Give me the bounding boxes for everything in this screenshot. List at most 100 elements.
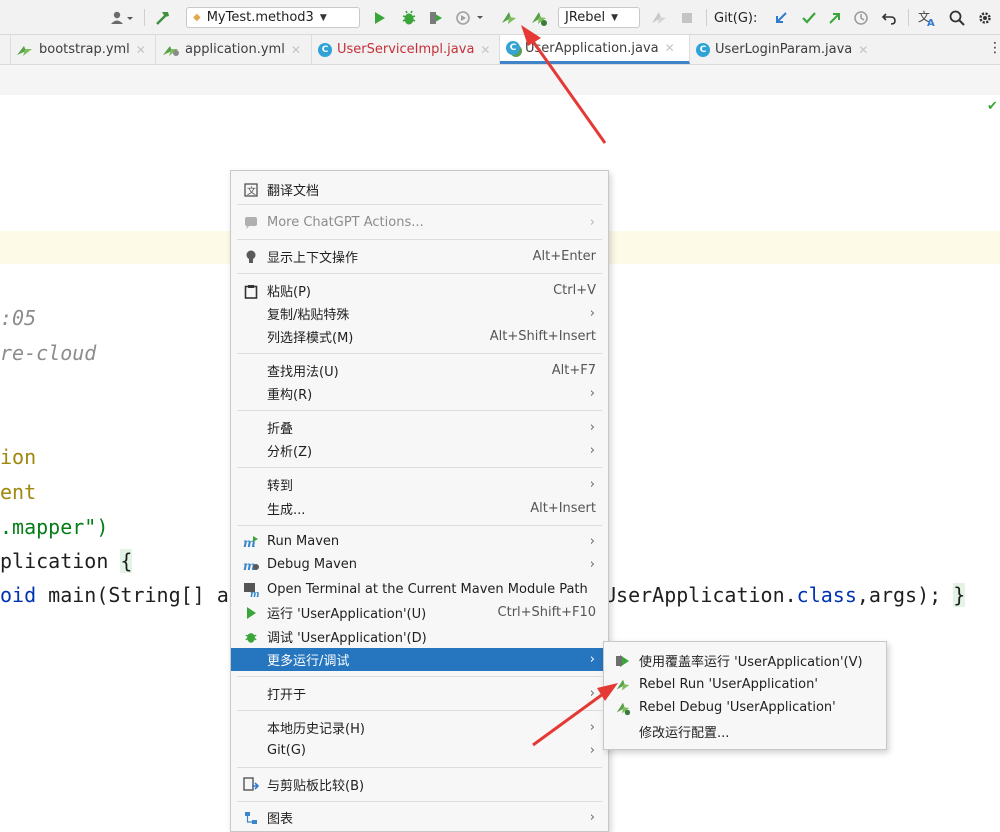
code-line: ent xyxy=(0,480,37,504)
run-icon[interactable] xyxy=(370,7,390,29)
shortcut-label: Ctrl+V xyxy=(553,283,596,298)
tab-application-yml[interactable]: application.yml ✕ xyxy=(156,35,312,64)
code-token: } xyxy=(953,583,966,607)
jrebel-select[interactable]: JRebel ▼ xyxy=(558,7,640,28)
settings-gear-icon[interactable] xyxy=(974,7,996,29)
submenu-item-run-with-coverage[interactable]: 使用覆盖率运行 'UserApplication'(V) xyxy=(604,649,886,672)
code-token: ,args); xyxy=(856,583,954,607)
menu-item-chatgpt-actions[interactable]: More ChatGPT Actions... › xyxy=(231,211,608,234)
chevron-right-icon: › xyxy=(589,420,595,435)
inspection-ok-icon[interactable]: ✔ xyxy=(987,99,998,114)
menu-item-label: 显示上下文操作 xyxy=(267,251,359,266)
menu-item-label: 与剪贴板比较(B) xyxy=(267,779,365,794)
menu-item-label: Debug Maven xyxy=(267,557,357,572)
code-token: main(String[] a xyxy=(48,583,229,607)
tab-label: UserLoginParam.java xyxy=(715,42,853,57)
jrebel-debug-icon xyxy=(615,700,631,716)
menu-item-generate[interactable]: 生成... Alt+Insert xyxy=(231,497,608,520)
toolbar-separator xyxy=(908,9,909,26)
run-config-select[interactable]: ◆ MyTest.method3 ▼ xyxy=(186,7,360,28)
menu-item-paste[interactable]: 粘贴(P) Ctrl+V xyxy=(231,279,608,302)
run-icon xyxy=(243,605,259,621)
menu-item-analyze[interactable]: 分析(Z) › xyxy=(231,439,608,462)
user-account-icon[interactable] xyxy=(108,7,138,29)
tab-userapplication-java[interactable]: C UserApplication.java ✕ xyxy=(500,35,690,64)
close-icon[interactable]: ✕ xyxy=(858,43,868,57)
profiler-icon[interactable] xyxy=(452,7,488,29)
menu-item-git[interactable]: Git(G) › xyxy=(231,739,608,762)
jrebel-debug-icon[interactable] xyxy=(528,7,550,29)
submenu-item-modify-run-config[interactable]: 修改运行配置... xyxy=(604,720,886,743)
menu-item-local-history[interactable]: 本地历史记录(H) › xyxy=(231,716,608,739)
menu-item-more-run-debug[interactable]: 更多运行/调试 › xyxy=(231,648,608,671)
diagram-icon xyxy=(243,810,259,826)
debug-bug-icon[interactable] xyxy=(398,7,420,29)
jrebel-run-icon xyxy=(615,677,631,693)
chevron-right-icon: › xyxy=(589,215,595,230)
tab-label: UserServiceImpl.java xyxy=(337,42,475,57)
toolbar-separator xyxy=(706,9,707,26)
jrebel-run-icon[interactable] xyxy=(498,7,520,29)
more-tabs-icon[interactable]: ⋮ xyxy=(988,40,1000,56)
menu-item-show-context-actions[interactable]: 显示上下文操作 Alt+Enter xyxy=(231,245,608,268)
menu-item-compare-clipboard[interactable]: 与剪贴板比较(B) xyxy=(231,773,608,796)
run-with-coverage-icon xyxy=(615,653,631,669)
run-with-coverage-icon[interactable] xyxy=(426,7,448,29)
menu-separator xyxy=(237,353,602,354)
menu-item-label: 复制/粘贴特殊 xyxy=(267,308,350,323)
maven-debug-icon: m xyxy=(243,557,259,573)
menu-separator xyxy=(237,410,602,411)
java-class-icon: C xyxy=(696,42,710,57)
menu-item-label: 粘贴(P) xyxy=(267,285,311,300)
menu-item-label: 分析(Z) xyxy=(267,445,313,460)
build-hammer-icon[interactable] xyxy=(152,7,174,29)
menu-item-folding[interactable]: 折叠 › xyxy=(231,416,608,439)
chevron-right-icon: › xyxy=(589,477,595,492)
menu-item-run-maven[interactable]: m Run Maven › xyxy=(231,530,608,553)
search-icon[interactable] xyxy=(946,7,968,29)
chevron-right-icon: › xyxy=(589,810,595,825)
git-update-icon[interactable] xyxy=(770,7,792,29)
git-commit-icon[interactable] xyxy=(798,7,820,29)
close-icon[interactable]: ✕ xyxy=(480,43,490,57)
menu-item-open-terminal-maven[interactable]: m Open Terminal at the Current Maven Mod… xyxy=(231,578,608,601)
tab-userloginparam-java[interactable]: C UserLoginParam.java ✕ xyxy=(690,35,880,64)
submenu-item-rebel-debug[interactable]: Rebel Debug 'UserApplication' xyxy=(604,696,886,719)
menu-item-find-usages[interactable]: 查找用法(U) Alt+F7 xyxy=(231,359,608,382)
menu-item-label: 使用覆盖率运行 'UserApplication'(V) xyxy=(639,655,863,670)
run-config-icon: ◆ xyxy=(193,12,201,23)
menu-item-diagrams[interactable]: 图表 › xyxy=(231,806,608,829)
git-push-icon[interactable] xyxy=(824,7,846,29)
menu-item-column-selection-mode[interactable]: 列选择模式(M) Alt+Shift+Insert xyxy=(231,325,608,348)
code-line: .mapper") xyxy=(0,515,109,539)
chevron-down-icon: ▼ xyxy=(319,12,327,23)
submenu-item-rebel-run[interactable]: Rebel Run 'UserApplication' xyxy=(604,673,886,696)
menu-item-open-in[interactable]: 打开于 › xyxy=(231,682,608,705)
menu-item-run-userapplication[interactable]: 运行 'UserApplication'(U) Ctrl+Shift+F10 xyxy=(231,601,608,624)
menu-item-label: 翻译文档 xyxy=(267,184,320,199)
git-rollback-icon[interactable] xyxy=(878,7,900,29)
menu-item-debug-maven[interactable]: m Debug Maven › xyxy=(231,553,608,576)
tab-bootstrap-yml[interactable]: bootstrap.yml ✕ xyxy=(10,35,156,64)
chevron-right-icon: › xyxy=(589,652,595,667)
menu-item-goto[interactable]: 转到 › xyxy=(231,473,608,496)
chevron-right-icon: › xyxy=(589,557,595,572)
terminal-maven-icon: m xyxy=(243,582,259,598)
menu-item-copy-paste-special[interactable]: 复制/粘贴特殊 › xyxy=(231,302,608,325)
close-icon[interactable]: ✕ xyxy=(291,43,301,57)
menu-item-refactor[interactable]: 重构(R) › xyxy=(231,382,608,405)
close-icon[interactable]: ✕ xyxy=(136,43,146,57)
lightbulb-icon xyxy=(243,249,259,265)
chevron-right-icon: › xyxy=(589,386,595,401)
code-line: ion xyxy=(0,445,37,469)
chevron-right-icon: › xyxy=(589,443,595,458)
translate-icon[interactable]: 文A xyxy=(916,7,940,29)
menu-separator xyxy=(237,801,602,802)
tab-userserviceimpl-java[interactable]: C UserServiceImpl.java ✕ xyxy=(312,35,500,64)
git-history-icon[interactable] xyxy=(850,7,872,29)
menu-item-label: 调试 'UserApplication'(D) xyxy=(267,631,427,646)
menu-item-translate-doc[interactable]: 文 翻译文档 xyxy=(231,178,608,201)
close-icon[interactable]: ✕ xyxy=(665,41,675,55)
menu-item-debug-userapplication[interactable]: 调试 'UserApplication'(D) xyxy=(231,625,608,648)
tab-label: application.yml xyxy=(185,42,285,57)
